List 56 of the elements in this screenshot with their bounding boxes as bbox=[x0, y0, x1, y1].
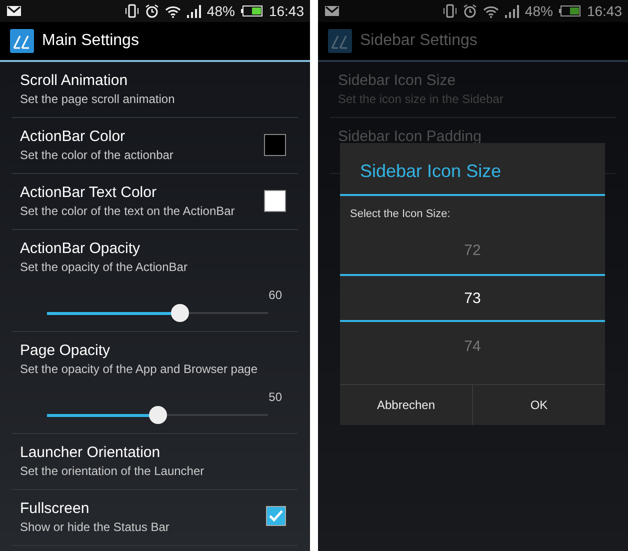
signal-icon bbox=[504, 4, 519, 18]
setting-title: Page Opacity bbox=[20, 342, 110, 359]
settings-row[interactable]: ActionBar Color Set the color of the actionbar bbox=[12, 118, 298, 174]
setting-description: Show or hide the Status Bar bbox=[20, 520, 170, 534]
clock-time: 16:43 bbox=[586, 3, 622, 19]
alarm-icon bbox=[462, 4, 477, 18]
picker-option[interactable]: 73 bbox=[340, 274, 605, 322]
settings-row[interactable]: Fullscreen Show or hide the Status Bar bbox=[12, 490, 298, 546]
mail-icon bbox=[324, 5, 340, 17]
battery-icon bbox=[558, 5, 581, 17]
vibrate-icon bbox=[442, 4, 457, 18]
settings-row[interactable]: ActionBar Text Color Set the color of the text on the ActionBar bbox=[12, 174, 298, 230]
setting-description: Set the opacity of the App and Browser page bbox=[20, 362, 258, 376]
battery-percent: 48% bbox=[206, 3, 235, 19]
checkmark-icon bbox=[269, 510, 283, 522]
slider-thumb[interactable] bbox=[170, 304, 189, 322]
checkbox[interactable] bbox=[266, 506, 286, 526]
dialog-title: Sidebar Icon Size bbox=[340, 143, 605, 196]
color-swatch[interactable] bbox=[264, 190, 286, 212]
slider-track[interactable] bbox=[47, 304, 268, 322]
slider-value: 50 bbox=[268, 390, 282, 404]
setting-description: Set the page scroll animation bbox=[20, 92, 175, 106]
app-logo-icon bbox=[328, 29, 352, 53]
slider-value: 60 bbox=[268, 288, 282, 302]
setting-title: ActionBar Text Color bbox=[20, 184, 156, 201]
dialog-label: Select the Icon Size: bbox=[349, 207, 452, 222]
alarm-icon bbox=[144, 4, 159, 18]
setting-description: Set the opacity of the ActionBar bbox=[20, 260, 188, 274]
setting-title: Launcher Orientation bbox=[20, 444, 160, 461]
setting-title: Fullscreen bbox=[20, 500, 90, 517]
setting-description: Set the orientation of the Launcher bbox=[20, 464, 204, 478]
setting-description: Set the color of the text on the ActionBar bbox=[20, 204, 235, 218]
slider-thumb[interactable] bbox=[148, 406, 166, 424]
setting-title: Sidebar Icon Size bbox=[338, 72, 456, 89]
signal-icon bbox=[186, 4, 201, 18]
vibrate-icon bbox=[124, 4, 139, 18]
setting-title: ActionBar Color bbox=[20, 128, 126, 145]
battery-percent: 48% bbox=[524, 3, 553, 19]
setting-title: Sidebar Icon Padding bbox=[338, 128, 482, 145]
settings-row[interactable]: ActionBar Opacity Set the opacity of the ActionBar 60 bbox=[12, 230, 298, 332]
app-logo-icon bbox=[10, 29, 34, 53]
screen-title: Sidebar Settings bbox=[360, 32, 478, 50]
settings-row[interactable]: Launcher Orientation Set the orientation of the Launcher bbox=[12, 434, 298, 490]
clock-time: 16:43 bbox=[268, 3, 304, 19]
setting-title: Scroll Animation bbox=[20, 72, 128, 89]
wifi-icon bbox=[164, 4, 181, 18]
wifi-icon bbox=[482, 4, 499, 18]
setting-title: ActionBar Opacity bbox=[20, 240, 140, 257]
screen-title: Main Settings bbox=[42, 32, 139, 50]
setting-description: Set the color of the actionbar bbox=[20, 148, 174, 162]
mail-icon bbox=[6, 5, 22, 17]
slider-track[interactable] bbox=[47, 406, 268, 424]
color-swatch[interactable] bbox=[264, 134, 286, 156]
settings-row[interactable]: Scroll Animation Set the page scroll animation bbox=[12, 62, 298, 118]
battery-icon bbox=[240, 5, 263, 17]
settings-row[interactable]: Page Opacity Set the opacity of the App and Browser page 50 bbox=[12, 332, 298, 434]
